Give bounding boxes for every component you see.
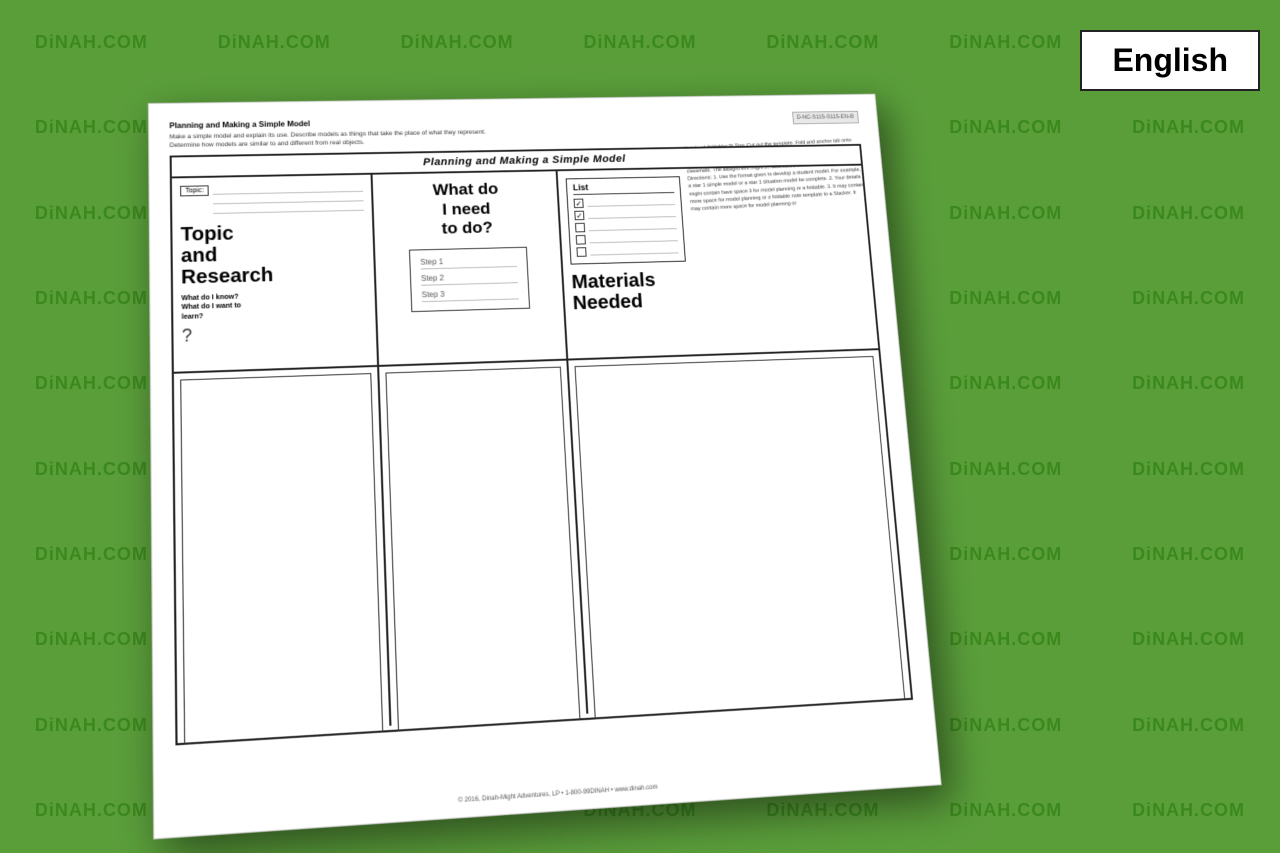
checkbox-2: ✓	[574, 211, 584, 221]
list-box: List ✓ ✓	[566, 177, 686, 265]
list-item-4	[576, 233, 678, 245]
bg-cell: DiNAH.COM	[0, 0, 183, 85]
planning-grid-top: Topic: Topic and Research What do I know…	[172, 166, 879, 374]
step1: Step 1	[420, 253, 517, 269]
bg-cell: DiNAH.COM	[914, 341, 1097, 426]
bg-cell: DiNAH.COM	[731, 0, 914, 85]
bg-cell: DiNAH.COM	[914, 256, 1097, 341]
bottom-inner-3	[575, 356, 906, 720]
bg-cell: DiNAH.COM	[183, 0, 366, 85]
list-item-5	[576, 245, 678, 257]
bg-cell: DiNAH.COM	[1097, 768, 1280, 853]
planning-section: Planning and Making a Simple Model Topic…	[170, 144, 913, 746]
bg-cell: DiNAH.COM	[914, 427, 1097, 512]
list-line-3	[589, 222, 677, 231]
what-do-i-know: What do I know? What do I want to learn?	[181, 290, 367, 322]
what-heading: What do I need to do?	[432, 180, 500, 239]
list-line-5	[590, 246, 679, 256]
bg-cell: DiNAH.COM	[1097, 597, 1280, 682]
bottom-col-2	[379, 361, 588, 726]
bg-cell: DiNAH.COM	[1097, 682, 1280, 767]
bg-cell: DiNAH.COM	[914, 0, 1097, 85]
bg-cell: DiNAH.COM	[1097, 85, 1280, 170]
bg-cell: DiNAH.COM	[1097, 256, 1280, 341]
checkbox-4	[576, 235, 586, 245]
planning-grid-bottom	[174, 350, 911, 739]
list-line-1	[587, 198, 675, 207]
bottom-col-1	[174, 367, 392, 739]
list-item-3	[575, 221, 677, 233]
list-title: List	[573, 181, 675, 195]
checkbox-1: ✓	[574, 199, 584, 209]
bg-cell: DiNAH.COM	[1097, 427, 1280, 512]
bg-cell: DiNAH.COM	[914, 597, 1097, 682]
topic-heading: Topic and Research	[181, 221, 367, 289]
bg-cell: DiNAH.COM	[1097, 171, 1280, 256]
checkbox-5	[576, 248, 586, 258]
bg-cell: DiNAH.COM	[366, 0, 549, 85]
materials-col: List ✓ ✓	[558, 166, 879, 359]
checkbox-3	[575, 223, 585, 233]
step3: Step 3	[421, 286, 518, 302]
product-code: D-NC-S115-S115-EN-B	[792, 111, 859, 125]
what-todo-col: What do I need to do? Step 1 Step 2 Step…	[373, 172, 569, 366]
steps-box: Step 1 Step 2 Step 3	[409, 246, 530, 311]
bg-cell: DiNAH.COM	[914, 85, 1097, 170]
topic-line3	[213, 202, 364, 215]
materials-heading: Materials Needed	[571, 265, 867, 315]
bottom-inner-2	[385, 367, 580, 732]
document-page: D-NC-S115-S115-EN-B Planning and Making …	[148, 94, 942, 840]
bg-cell: DiNAH.COM	[914, 682, 1097, 767]
list-line-4	[589, 234, 678, 244]
document-container: D-NC-S115-S115-EN-B Planning and Making …	[148, 94, 942, 840]
bottom-inner-1	[180, 373, 383, 745]
list-item-1: ✓	[574, 197, 676, 208]
bg-cell: DiNAH.COM	[914, 171, 1097, 256]
list-item-2: ✓	[574, 209, 676, 221]
bottom-col-3	[568, 350, 910, 713]
list-line-2	[588, 210, 676, 219]
bg-cell: DiNAH.COM	[914, 512, 1097, 597]
question-mark: ?	[182, 320, 368, 346]
bg-cell: DiNAH.COM	[914, 768, 1097, 853]
topic-label: Topic:	[180, 186, 209, 197]
english-button[interactable]: English	[1080, 30, 1260, 91]
step2: Step 2	[421, 269, 518, 285]
bg-cell: DiNAH.COM	[549, 0, 732, 85]
bg-cell: DiNAH.COM	[1097, 341, 1280, 426]
bg-cell: DiNAH.COM	[1097, 512, 1280, 597]
topic-research-col: Topic: Topic and Research What do I know…	[172, 175, 379, 372]
